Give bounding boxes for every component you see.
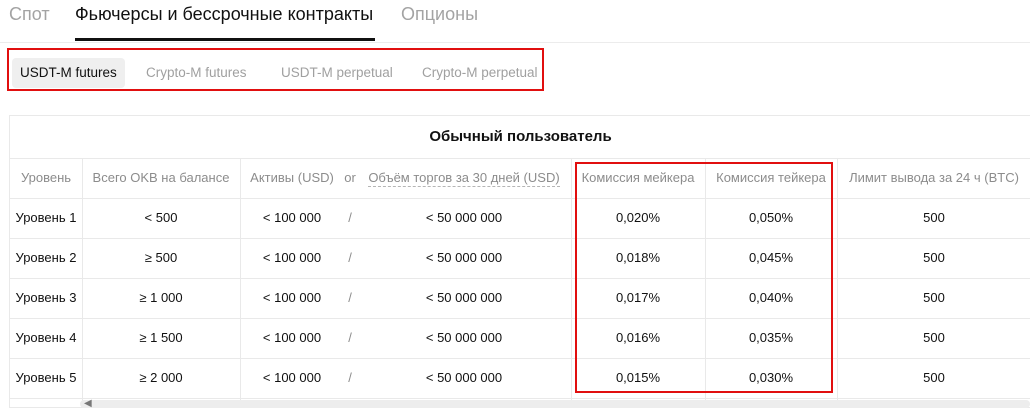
- cell-level: Уровень 1: [15, 210, 77, 225]
- table-row: Уровень 3 ≥ 1 000 < 100 000 / < 50 000 0…: [10, 278, 1030, 319]
- cell-assets: < 100 000: [262, 290, 322, 305]
- table-row: Уровень 4 ≥ 1 500 < 100 000 / < 50 000 0…: [10, 318, 1030, 359]
- fee-table: Обычный пользователь Уровень Всего OKB н…: [9, 115, 1030, 408]
- chevron-left-icon[interactable]: ◀: [84, 398, 92, 409]
- cell-assets: < 100 000: [262, 210, 322, 225]
- cell-volume: < 50 000 000: [425, 290, 503, 305]
- horizontal-scrollbar[interactable]: [80, 400, 1030, 408]
- tab-options[interactable]: Опционы: [401, 4, 478, 25]
- cell-separator: /: [348, 210, 352, 225]
- cell-withdrawal-limit: 500: [923, 290, 945, 305]
- product-tabs: Спот Фьючерсы и бессрочные контракты Опц…: [0, 0, 1030, 43]
- cell-volume: < 50 000 000: [425, 250, 503, 265]
- cell-okb: ≥ 1 000: [139, 290, 183, 305]
- cell-level: Уровень 3: [15, 290, 77, 305]
- cell-withdrawal-limit: 500: [923, 330, 945, 345]
- cell-okb: ≥ 500: [144, 250, 178, 265]
- cell-separator: /: [348, 250, 352, 265]
- cell-volume: < 50 000 000: [425, 370, 503, 385]
- cell-withdrawal-limit: 500: [923, 250, 945, 265]
- table-row: Уровень 2 ≥ 500 < 100 000 / < 50 000 000…: [10, 238, 1030, 279]
- subtab-crypto-m-perpetual[interactable]: Crypto-M perpetual: [414, 58, 546, 88]
- header-withdrawal-limit: Лимит вывода за 24 ч (BTC): [849, 170, 1019, 185]
- active-tab-underline: [75, 38, 375, 41]
- cell-separator: /: [348, 290, 352, 305]
- header-volume[interactable]: Объём торгов за 30 дней (USD): [362, 158, 566, 198]
- cell-okb: < 500: [144, 210, 178, 225]
- subtab-crypto-m-futures[interactable]: Crypto-M futures: [138, 58, 255, 88]
- cell-volume: < 50 000 000: [425, 210, 503, 225]
- cell-level: Уровень 5: [15, 370, 77, 385]
- cell-okb: ≥ 1 500: [139, 330, 183, 345]
- header-volume-label: Объём торгов за 30 дней (USD): [368, 170, 560, 187]
- table-row: Уровень 1 < 500 < 100 000 / < 50 000 000…: [10, 198, 1030, 239]
- cell-volume: < 50 000 000: [425, 330, 503, 345]
- cell-separator: /: [348, 330, 352, 345]
- header-assets: Активы (USD): [250, 170, 334, 185]
- cell-assets: < 100 000: [262, 370, 322, 385]
- subtab-usdt-m-futures[interactable]: USDT-M futures: [12, 58, 125, 88]
- fee-columns-highlight-box: [575, 162, 833, 393]
- header-level: Уровень: [20, 170, 72, 185]
- cell-assets: < 100 000: [262, 250, 322, 265]
- table-header-row: Уровень Всего OKB на балансе Активы (USD…: [10, 158, 1030, 199]
- header-okb-balance: Всего OKB на балансе: [92, 170, 230, 185]
- tab-futures-perpetual[interactable]: Фьючерсы и бессрочные контракты: [75, 4, 373, 25]
- cell-level: Уровень 2: [15, 250, 77, 265]
- header-or: or: [344, 170, 356, 185]
- cell-level: Уровень 4: [15, 330, 77, 345]
- table-title: Обычный пользователь: [10, 116, 1030, 159]
- tab-spot[interactable]: Спот: [9, 4, 50, 25]
- cell-okb: ≥ 2 000: [139, 370, 183, 385]
- subtab-usdt-m-perpetual[interactable]: USDT-M perpetual: [273, 58, 401, 88]
- cell-withdrawal-limit: 500: [923, 370, 945, 385]
- cell-separator: /: [348, 370, 352, 385]
- cell-withdrawal-limit: 500: [923, 210, 945, 225]
- cell-assets: < 100 000: [262, 330, 322, 345]
- table-row: Уровень 5 ≥ 2 000 < 100 000 / < 50 000 0…: [10, 358, 1030, 399]
